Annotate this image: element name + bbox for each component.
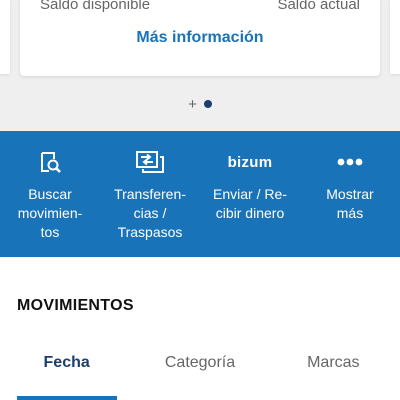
tab-fecha[interactable]: Fecha bbox=[0, 353, 133, 383]
current-balance-label: Saldo actual bbox=[277, 0, 360, 13]
quick-actions-bar: Buscar movimien- tos Transferen- cias / … bbox=[0, 131, 400, 257]
transfers-label: Transferen- cias / Traspasos bbox=[114, 186, 186, 240]
search-document-icon bbox=[38, 150, 62, 174]
current-page-dot[interactable] bbox=[203, 100, 212, 108]
accounts-carousel: Saldo disponible Saldo actual Más inform… bbox=[0, 0, 400, 131]
search-movements-button[interactable]: Buscar movimien- tos bbox=[0, 131, 100, 257]
available-balance-label: Saldo disponible bbox=[40, 0, 151, 13]
movements-title: MOVIMIENTOS bbox=[17, 297, 134, 314]
bizum-button[interactable]: bizum Enviar / Re- cibir dinero bbox=[200, 131, 300, 257]
show-more-label: Mostrar más bbox=[326, 186, 374, 221]
carousel-pager: + bbox=[0, 96, 400, 112]
next-card-edge[interactable] bbox=[390, 0, 400, 74]
add-account-page-indicator[interactable]: + bbox=[188, 97, 197, 112]
show-more-button[interactable]: Mostrar más bbox=[300, 131, 400, 257]
more-info-link[interactable]: Más información bbox=[20, 28, 380, 48]
account-card: Saldo disponible Saldo actual Más inform… bbox=[20, 0, 380, 76]
transfer-icon bbox=[136, 150, 164, 174]
bizum-label: Enviar / Re- cibir dinero bbox=[213, 186, 287, 221]
movements-tabs: Fecha Categoría Marcas bbox=[0, 353, 400, 383]
previous-card-edge[interactable] bbox=[0, 0, 10, 74]
more-dots-icon bbox=[337, 150, 363, 174]
search-movements-label: Buscar movimien- tos bbox=[17, 186, 83, 240]
transfers-button[interactable]: Transferen- cias / Traspasos bbox=[100, 131, 200, 257]
active-tab-indicator bbox=[17, 396, 117, 400]
tab-categoria[interactable]: Categoría bbox=[133, 353, 266, 383]
tab-marcas[interactable]: Marcas bbox=[267, 353, 400, 383]
movements-section: MOVIMIENTOS Fecha Categoría Marcas bbox=[0, 257, 400, 400]
bizum-logo: bizum bbox=[227, 153, 273, 171]
